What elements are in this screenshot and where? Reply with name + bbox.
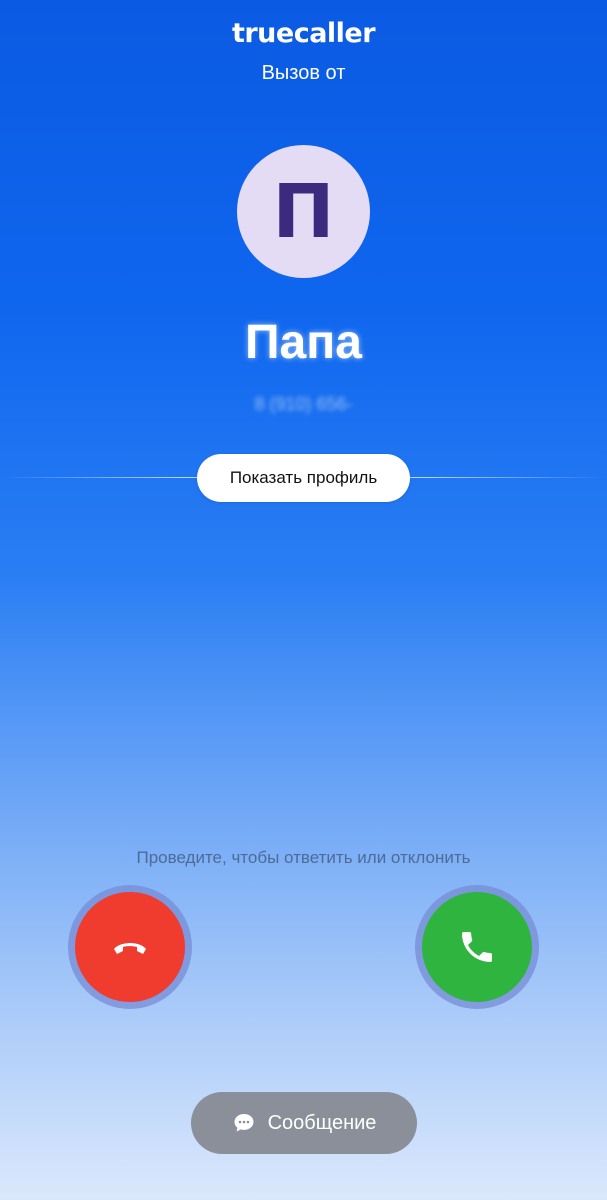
phone-hangup-icon bbox=[114, 943, 146, 954]
send-message-button[interactable]: Сообщение bbox=[191, 1092, 417, 1154]
accept-button-face[interactable] bbox=[422, 892, 532, 1002]
call-from-label: Вызов от bbox=[261, 62, 346, 84]
decline-button-face[interactable] bbox=[75, 892, 185, 1002]
chat-bubble-icon bbox=[232, 1111, 256, 1135]
accept-call-button[interactable] bbox=[415, 885, 539, 1009]
avatar-initial: П bbox=[272, 168, 335, 255]
swipe-hint: Проведите, чтобы ответить или отклонить bbox=[136, 848, 471, 867]
caller-number: 8 (910) 656- bbox=[254, 394, 353, 414]
decline-call-button[interactable] bbox=[68, 885, 192, 1009]
phone-icon bbox=[462, 932, 492, 962]
incoming-call-screen: truecaller Вызов от П Папа 8 (910) 656- … bbox=[0, 0, 607, 1200]
show-profile-button[interactable]: Показать профиль bbox=[197, 454, 410, 502]
caller-avatar: П bbox=[237, 145, 370, 278]
truecaller-logo: truecaller bbox=[231, 18, 376, 49]
message-button-label: Сообщение bbox=[267, 1111, 377, 1134]
caller-name: Папа bbox=[245, 316, 362, 369]
